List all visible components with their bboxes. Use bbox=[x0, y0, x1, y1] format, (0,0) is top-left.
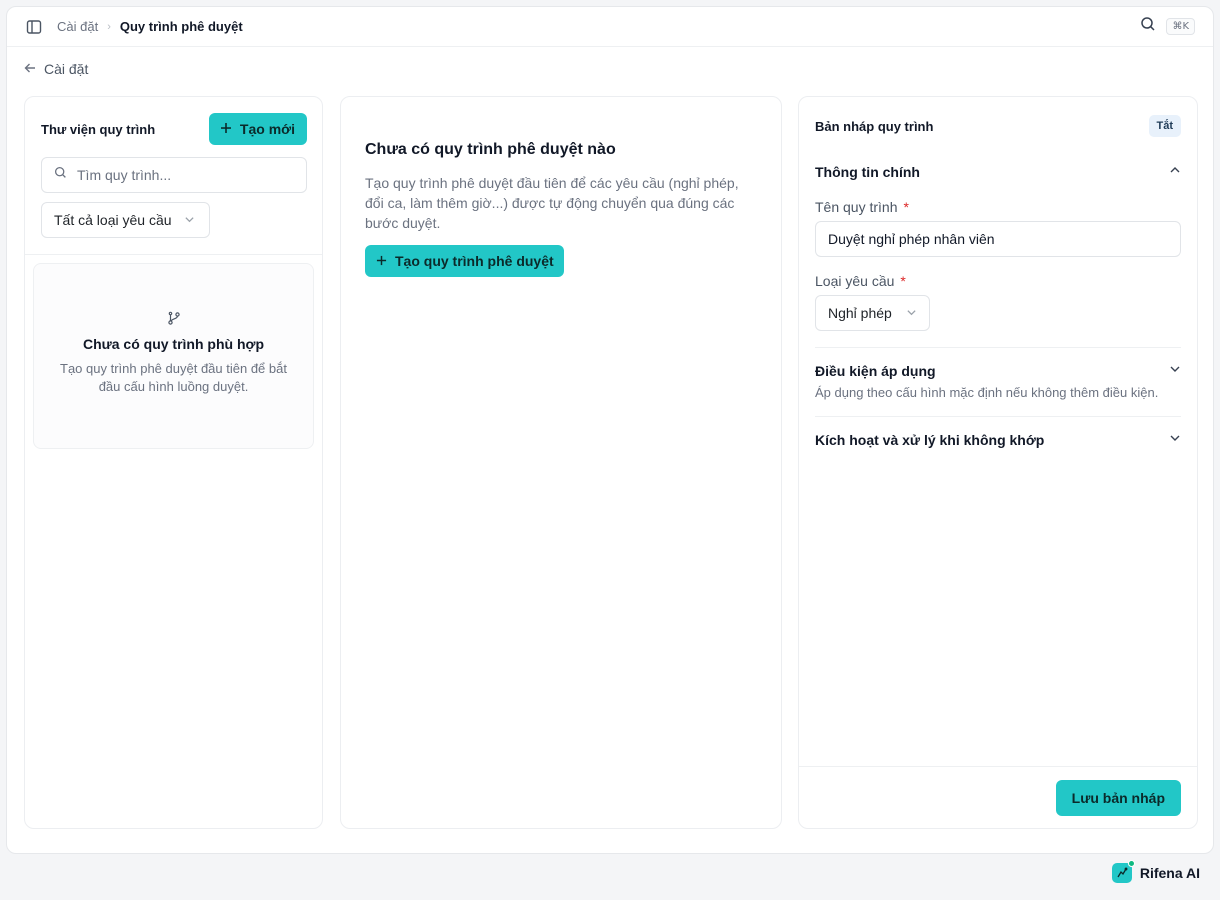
new-process-label: Tạo mới bbox=[239, 121, 295, 137]
section-trigger: Kích hoạt và xử lý khi không khớp bbox=[815, 417, 1181, 449]
empty-state-title: Chưa có quy trình phù hợp bbox=[82, 336, 265, 352]
required-mark: * bbox=[900, 273, 906, 289]
brand-name: Rifena AI bbox=[1139, 865, 1200, 881]
top-bar: Cài đặt › Quy trình phê duyệt ⌘K bbox=[7, 7, 1213, 47]
main-panel: Chưa có quy trình phê duyệt nào Tạo quy … bbox=[340, 96, 782, 829]
chevron-down-icon bbox=[1169, 362, 1181, 380]
required-mark: * bbox=[903, 199, 909, 215]
section-conditions-title: Điều kiện áp dụng bbox=[815, 363, 936, 379]
save-draft-button[interactable]: Lưu bản nháp bbox=[1055, 779, 1181, 816]
process-name-label-text: Tên quy trình bbox=[815, 199, 898, 215]
arrow-left-icon bbox=[24, 61, 36, 77]
request-type-select[interactable]: Nghỉ phép bbox=[815, 295, 930, 331]
search-icon bbox=[54, 166, 67, 184]
process-name-input[interactable] bbox=[815, 221, 1181, 257]
new-process-button[interactable]: Tạo mới bbox=[208, 113, 307, 145]
online-dot bbox=[1127, 860, 1135, 867]
search-shortcut-badge: ⌘K bbox=[1166, 18, 1195, 35]
search-input[interactable] bbox=[77, 167, 294, 183]
section-conditions-header[interactable]: Điều kiện áp dụng bbox=[815, 362, 1181, 380]
status-badge: Tắt bbox=[1148, 115, 1181, 137]
sidebar-toggle-icon[interactable] bbox=[25, 18, 43, 36]
section-main-info-title: Thông tin chính bbox=[815, 164, 920, 180]
breadcrumb-settings-link[interactable]: Cài đặt bbox=[57, 19, 98, 34]
request-type-label: Loại yêu cầu * bbox=[815, 273, 1181, 289]
chevron-up-icon bbox=[1169, 163, 1181, 181]
empty-state-description: Tạo quy trình phê duyệt đầu tiên để bắt … bbox=[60, 361, 287, 394]
chevron-down-icon bbox=[906, 305, 917, 321]
breadcrumb: Cài đặt › Quy trình phê duyệt bbox=[57, 19, 243, 34]
back-link[interactable]: Cài đặt bbox=[24, 61, 88, 77]
draft-footer: Lưu bản nháp bbox=[799, 766, 1197, 828]
request-type-select-value: Nghỉ phép bbox=[828, 305, 892, 321]
library-title: Thư viện quy trình bbox=[41, 121, 156, 137]
main-empty-title: Chưa có quy trình phê duyệt nào bbox=[365, 141, 616, 158]
request-type-label-text: Loại yêu cầu bbox=[815, 273, 895, 289]
create-approval-process-label: Tạo quy trình phê duyệt bbox=[395, 253, 554, 269]
library-empty-state: Chưa có quy trình phù hợp Tạo quy trình … bbox=[33, 263, 314, 449]
request-type-filter-value: Tất cả loại yêu cầu bbox=[54, 212, 172, 228]
section-conditions-description: Áp dụng theo cấu hình mặc định nếu không… bbox=[815, 385, 1159, 400]
rifena-logo-icon bbox=[1111, 860, 1135, 883]
main-empty-description: Tạo quy trình phê duyệt đầu tiên để các … bbox=[365, 175, 739, 231]
search-box bbox=[41, 157, 307, 193]
brand-badge[interactable]: Rifena AI bbox=[1111, 860, 1200, 883]
plus-icon bbox=[220, 121, 232, 137]
plus-icon bbox=[376, 253, 387, 269]
app-window: Cài đặt › Quy trình phê duyệt ⌘K Cài đặt bbox=[6, 6, 1214, 854]
section-trigger-header[interactable]: Kích hoạt và xử lý khi không khớp bbox=[815, 431, 1181, 449]
back-link-label: Cài đặt bbox=[44, 61, 89, 77]
draft-panel: Bản nháp quy trình Tắt Thông tin chính T… bbox=[798, 96, 1198, 829]
section-conditions: Điều kiện áp dụng Áp dụng theo cấu hình … bbox=[815, 348, 1181, 402]
git-branch-icon bbox=[34, 310, 313, 326]
chevron-down-icon bbox=[1169, 431, 1181, 449]
section-main-info-header[interactable]: Thông tin chính bbox=[815, 163, 1181, 181]
library-panel: Thư viện quy trình Tạo mới Tất cả loại y… bbox=[24, 96, 323, 829]
draft-title: Bản nháp quy trình bbox=[815, 118, 934, 134]
divider bbox=[25, 254, 322, 255]
create-approval-process-button[interactable]: Tạo quy trình phê duyệt bbox=[365, 245, 564, 277]
process-name-label: Tên quy trình * bbox=[815, 199, 1181, 215]
section-main-info: Thông tin chính Tên quy trình * Loại yêu … bbox=[815, 137, 1181, 331]
section-trigger-title: Kích hoạt và xử lý khi không khớp bbox=[815, 432, 1045, 448]
breadcrumb-current: Quy trình phê duyệt bbox=[119, 19, 243, 34]
chevron-right-icon: › bbox=[107, 20, 111, 33]
search-icon[interactable] bbox=[1140, 16, 1156, 37]
chevron-down-icon bbox=[184, 212, 195, 228]
request-type-filter[interactable]: Tất cả loại yêu cầu bbox=[41, 202, 210, 238]
